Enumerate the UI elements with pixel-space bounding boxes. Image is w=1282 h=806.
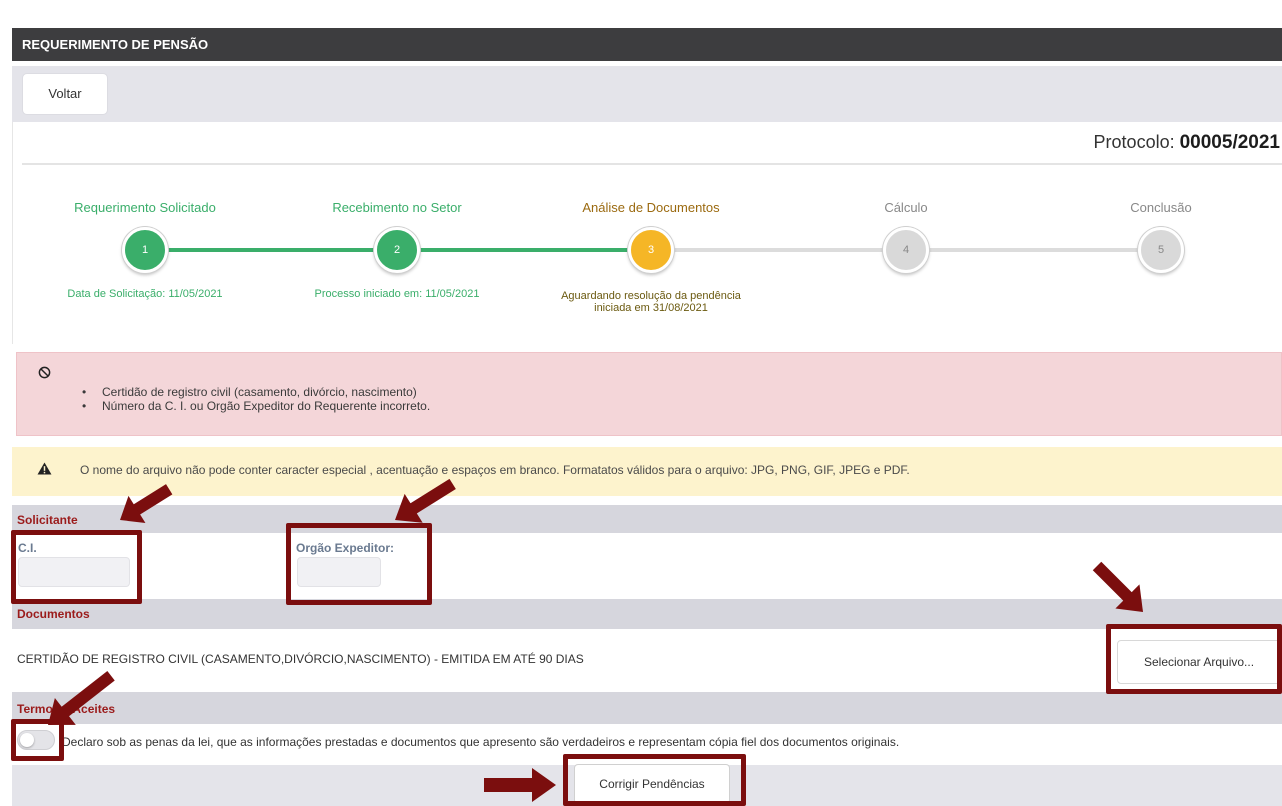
arrow-icon bbox=[120, 484, 173, 523]
arrow-icon bbox=[395, 478, 456, 523]
arrow-icon bbox=[1092, 561, 1143, 612]
arrow-icon bbox=[48, 671, 115, 725]
annotation-arrows bbox=[48, 478, 1143, 802]
arrow-icon bbox=[484, 768, 556, 802]
